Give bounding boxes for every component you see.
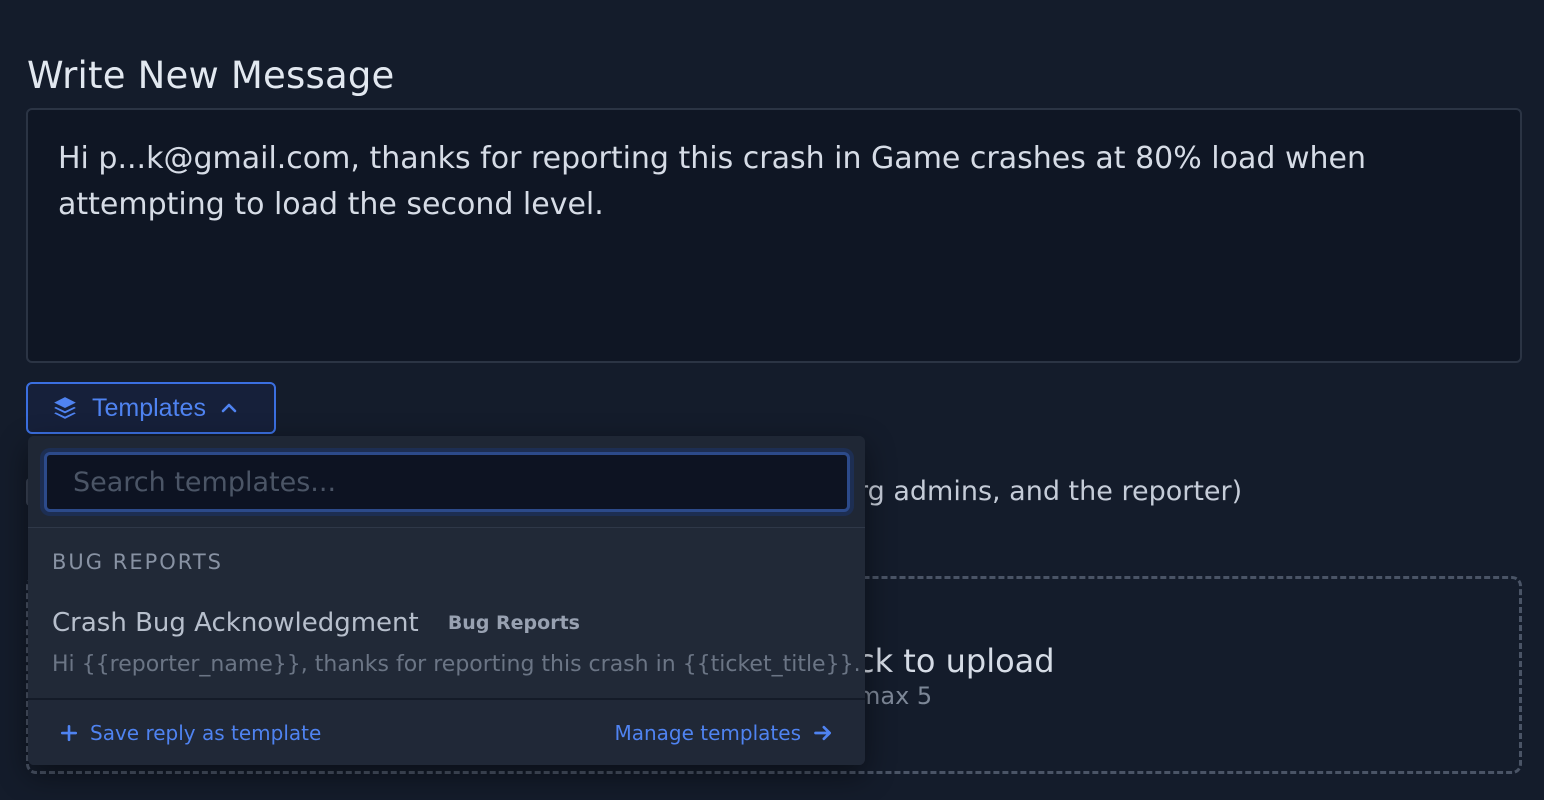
templates-dropdown: BUG REPORTS Crash Bug Acknowledgment Bug… xyxy=(28,436,865,765)
message-textarea[interactable]: Hi p...k@gmail.com, thanks for reporting… xyxy=(26,108,1522,363)
manage-templates-link[interactable]: Manage templates xyxy=(614,721,833,745)
save-as-template-label: Save reply as template xyxy=(90,720,322,745)
arrow-right-icon xyxy=(813,723,833,743)
plus-icon xyxy=(60,724,78,742)
search-wrapper xyxy=(28,436,865,528)
page-title: Write New Message xyxy=(27,54,395,97)
template-preview: Hi {{reporter_name}}, thanks for reporti… xyxy=(52,652,861,677)
manage-templates-label: Manage templates xyxy=(614,720,801,745)
templates-button-label: Templates xyxy=(92,393,206,422)
dropdown-footer: Save reply as template Manage templates xyxy=(28,698,865,765)
layers-icon xyxy=(52,395,78,421)
visibility-label: rg admins, and the reporter) xyxy=(857,476,1243,507)
template-item[interactable]: Crash Bug Acknowledgment Bug Reports Hi … xyxy=(28,596,865,698)
page: Write New Message Hi p...k@gmail.com, th… xyxy=(0,0,1544,800)
template-name: Crash Bug Acknowledgment xyxy=(52,608,419,638)
templates-button[interactable]: Templates xyxy=(26,382,276,434)
chevron-up-icon xyxy=(220,399,238,417)
template-category-tag: Bug Reports xyxy=(447,612,580,634)
upload-title: ck to upload xyxy=(857,642,1055,680)
group-label: BUG REPORTS xyxy=(52,550,223,574)
message-text: Hi p...k@gmail.com, thanks for reporting… xyxy=(58,141,1366,222)
upload-subtitle: max 5 xyxy=(857,682,933,710)
save-as-template-link[interactable]: Save reply as template xyxy=(60,721,321,745)
search-templates-input[interactable] xyxy=(44,452,850,512)
